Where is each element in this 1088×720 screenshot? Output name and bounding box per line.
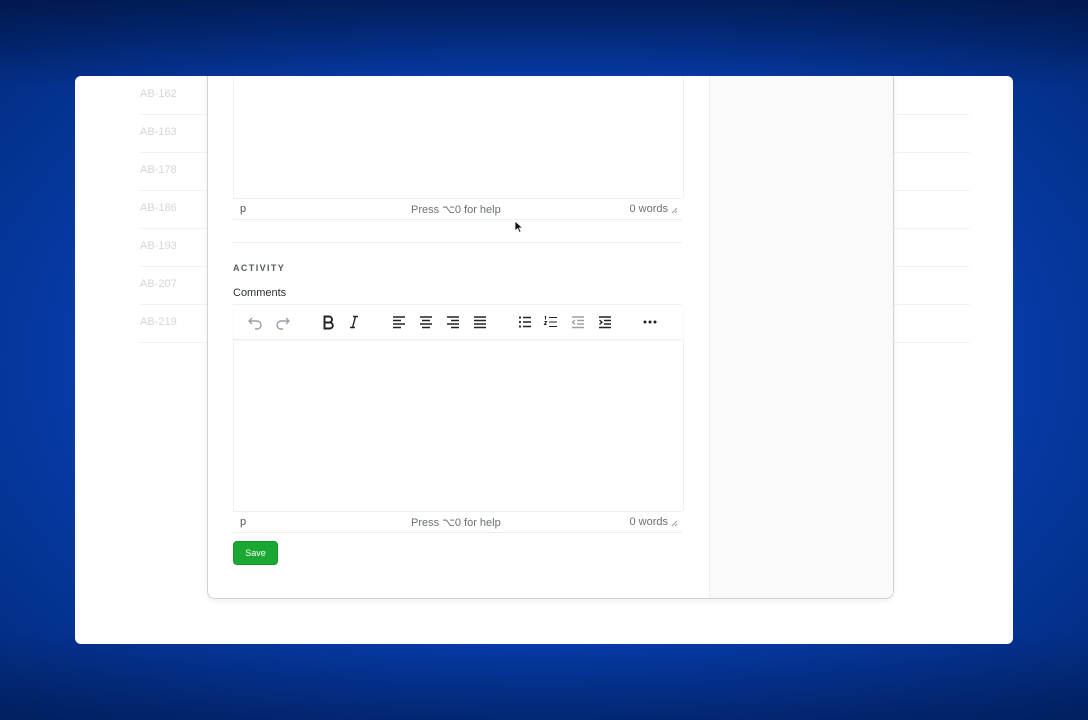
indent-icon — [599, 316, 611, 329]
outdent-icon — [571, 316, 584, 329]
section-divider — [233, 242, 682, 243]
word-count[interactable]: 0 words — [629, 516, 668, 528]
align-right-button[interactable] — [442, 311, 464, 333]
issue-key: AB-219 — [140, 316, 177, 328]
align-center-icon — [420, 316, 432, 329]
resize-handle-icon[interactable] — [671, 207, 678, 214]
issue-key: AB-186 — [140, 202, 177, 214]
align-justify-icon — [474, 316, 486, 329]
undo-icon — [248, 317, 262, 330]
bold-button[interactable] — [317, 311, 339, 333]
align-left-icon — [393, 316, 405, 329]
comment-editor-toolbar — [233, 304, 682, 340]
description-editor-body[interactable] — [233, 76, 684, 198]
element-path[interactable]: p — [240, 516, 246, 528]
align-center-button[interactable] — [415, 311, 437, 333]
numbered-list-button[interactable] — [540, 311, 562, 333]
app-screen: AB-162 AB-163 AB-178 AB-186 AB-193 AB-20… — [75, 76, 1013, 644]
description-editor-statusbar: p Press ⌥0 for help 0 words — [233, 198, 682, 220]
italic-icon — [350, 315, 358, 329]
more-options-button[interactable] — [639, 311, 661, 333]
modal-sidebar — [709, 76, 893, 598]
comment-editor-statusbar: p Press ⌥0 for help 0 words — [233, 511, 682, 533]
issue-detail-modal: p Press ⌥0 for help 0 words ACTIVITY Com… — [207, 76, 894, 599]
word-count[interactable]: 0 words — [629, 203, 668, 215]
bullet-list-button[interactable] — [514, 311, 536, 333]
align-left-button[interactable] — [388, 311, 410, 333]
resize-handle-icon[interactable] — [671, 520, 678, 527]
indent-button[interactable] — [594, 311, 616, 333]
issue-key: AB-207 — [140, 278, 177, 290]
bold-icon — [323, 315, 334, 330]
comments-label: Comments — [233, 287, 287, 299]
align-justify-button[interactable] — [469, 311, 491, 333]
issue-key: AB-178 — [140, 164, 177, 176]
help-hint: Press ⌥0 for help — [411, 517, 501, 529]
bullet-list-icon — [518, 316, 531, 328]
italic-button[interactable] — [343, 311, 365, 333]
save-button[interactable]: Save — [233, 541, 278, 565]
redo-icon — [276, 317, 290, 330]
comment-editor-body[interactable] — [233, 338, 684, 511]
element-path[interactable]: p — [240, 203, 246, 215]
mouse-pointer-icon — [514, 220, 524, 234]
undo-button[interactable] — [244, 311, 266, 333]
help-hint: Press ⌥0 for help — [411, 204, 501, 216]
more-icon — [643, 320, 657, 324]
numbered-list-icon — [543, 315, 557, 328]
issue-key: AB-163 — [140, 126, 177, 138]
activity-section-title: ACTIVITY — [233, 263, 286, 273]
issue-key: AB-162 — [140, 88, 177, 100]
align-right-icon — [447, 316, 459, 329]
issue-key: AB-193 — [140, 240, 177, 252]
outdent-button[interactable] — [567, 311, 589, 333]
redo-button[interactable] — [272, 311, 294, 333]
